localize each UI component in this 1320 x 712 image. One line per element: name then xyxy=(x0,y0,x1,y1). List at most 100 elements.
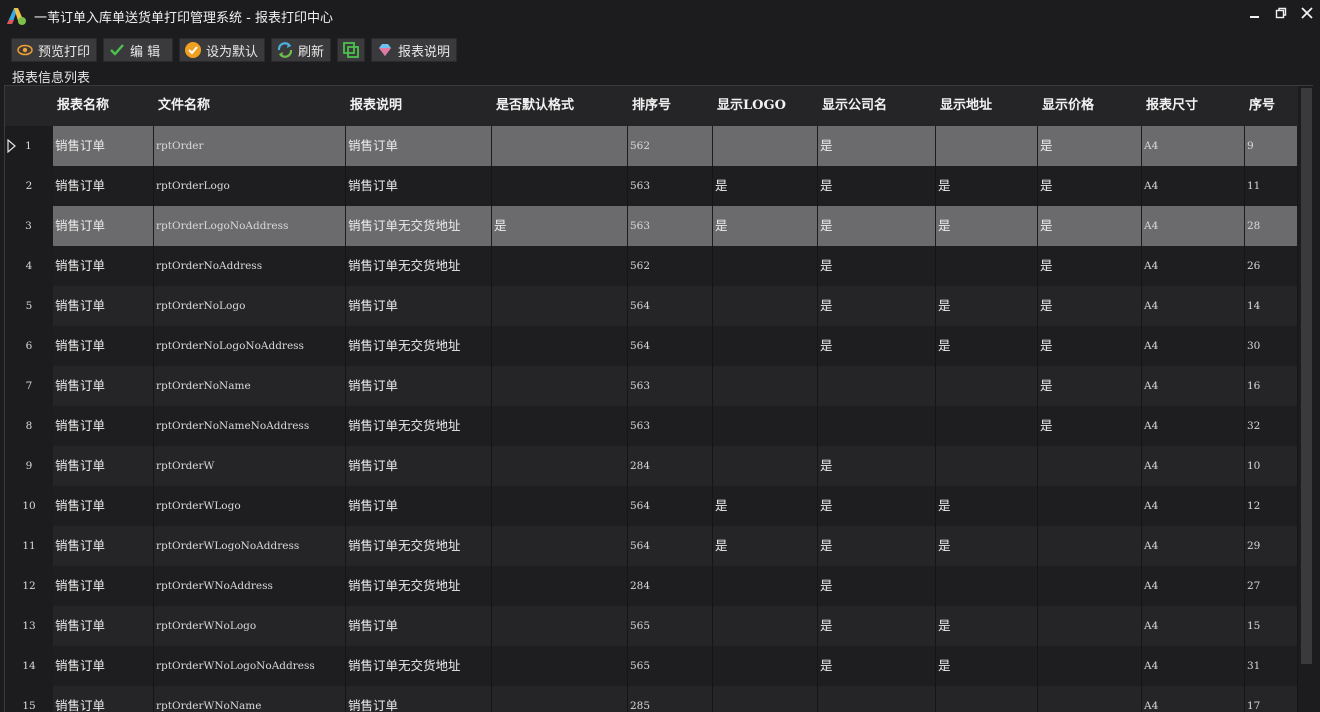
table-row[interactable]: 13 销售订单 rptOrderWNoLogo 销售订单 565 是是 A4 15 xyxy=(5,606,1298,646)
preview-print-button[interactable]: 预览打印 xyxy=(11,38,98,62)
table-row[interactable]: 11 销售订单 rptOrderWLogoNoAddress 销售订单无交货地址 564… xyxy=(5,526,1298,566)
cell-show-logo[interactable] xyxy=(713,446,818,486)
header-show-price[interactable]: 显示价格 xyxy=(1038,86,1142,126)
cell-sort-order[interactable]: 562 xyxy=(628,246,713,286)
cell-show-price[interactable]: 是 xyxy=(1038,166,1142,206)
cell-show-address[interactable]: 是 xyxy=(936,286,1038,326)
cell-show-logo[interactable] xyxy=(713,406,818,446)
cell-report-size[interactable]: A4 xyxy=(1142,366,1245,406)
cell-report-name[interactable]: 销售订单 xyxy=(53,566,154,606)
cell-seq[interactable]: 10 xyxy=(1245,446,1298,486)
cell-report-name[interactable]: 销售订单 xyxy=(53,686,154,712)
cell-report-desc[interactable]: 销售订单 xyxy=(346,166,492,206)
cell-is-default[interactable] xyxy=(492,166,628,206)
cell-report-desc[interactable]: 销售订单 xyxy=(346,606,492,646)
cell-report-size[interactable]: A4 xyxy=(1142,246,1245,286)
table-row[interactable]: 14 销售订单 rptOrderWNoLogoNoAddress 销售订单无交货地址 5… xyxy=(5,646,1298,686)
cell-report-size[interactable]: A4 xyxy=(1142,286,1245,326)
cell-file-name[interactable]: rptOrderLogo xyxy=(154,166,346,206)
cell-seq[interactable]: 15 xyxy=(1245,606,1298,646)
cell-report-name[interactable]: 销售订单 xyxy=(53,366,154,406)
cell-is-default[interactable] xyxy=(492,406,628,446)
cell-sort-order[interactable]: 284 xyxy=(628,446,713,486)
table-row[interactable]: 8 销售订单 rptOrderNoNameNoAddress 销售订单无交货地址 563… xyxy=(5,406,1298,446)
cell-sort-order[interactable]: 563 xyxy=(628,206,713,246)
cell-report-name[interactable]: 销售订单 xyxy=(53,606,154,646)
cell-file-name[interactable]: rptOrderWNoLogo xyxy=(154,606,346,646)
cell-show-price[interactable]: 是 xyxy=(1038,286,1142,326)
cell-is-default[interactable] xyxy=(492,246,628,286)
cell-report-name[interactable]: 销售订单 xyxy=(53,446,154,486)
cell-show-price[interactable]: 是 xyxy=(1038,126,1142,166)
cell-seq[interactable]: 29 xyxy=(1245,526,1298,566)
cell-show-logo[interactable] xyxy=(713,686,818,712)
cell-report-size[interactable]: A4 xyxy=(1142,646,1245,686)
cell-file-name[interactable]: rptOrderW xyxy=(154,446,346,486)
header-show-company[interactable]: 显示公司名 xyxy=(818,86,936,126)
cell-show-company[interactable]: 是 xyxy=(818,246,936,286)
table-row[interactable]: 2 销售订单 rptOrderLogo 销售订单 563 是是是是 A4 11 xyxy=(5,166,1298,206)
cell-show-address[interactable]: 是 xyxy=(936,486,1038,526)
cell-show-address[interactable] xyxy=(936,686,1038,712)
cell-show-logo[interactable]: 是 xyxy=(713,526,818,566)
cell-report-desc[interactable]: 销售订单无交货地址 xyxy=(346,326,492,366)
cell-report-size[interactable]: A4 xyxy=(1142,206,1245,246)
cell-report-size[interactable]: A4 xyxy=(1142,126,1245,166)
cell-is-default[interactable] xyxy=(492,526,628,566)
cell-seq[interactable]: 12 xyxy=(1245,486,1298,526)
cell-report-desc[interactable]: 销售订单无交货地址 xyxy=(346,246,492,286)
cell-seq[interactable]: 16 xyxy=(1245,366,1298,406)
cell-show-price[interactable] xyxy=(1038,606,1142,646)
vertical-scrollbar[interactable] xyxy=(1299,86,1313,712)
cell-show-price[interactable] xyxy=(1038,446,1142,486)
cell-seq[interactable]: 11 xyxy=(1245,166,1298,206)
cell-show-company[interactable] xyxy=(818,406,936,446)
cell-show-company[interactable]: 是 xyxy=(818,126,936,166)
table-row[interactable]: 6 销售订单 rptOrderNoLogoNoAddress 销售订单无交货地址 564… xyxy=(5,326,1298,366)
cell-show-company[interactable]: 是 xyxy=(818,606,936,646)
cell-seq[interactable]: 31 xyxy=(1245,646,1298,686)
cell-file-name[interactable]: rptOrderNoLogo xyxy=(154,286,346,326)
cell-sort-order[interactable]: 564 xyxy=(628,326,713,366)
cell-sort-order[interactable]: 564 xyxy=(628,286,713,326)
cell-show-company[interactable]: 是 xyxy=(818,486,936,526)
header-report-size[interactable]: 报表尺寸 xyxy=(1142,86,1245,126)
table-row[interactable]: 9 销售订单 rptOrderW 销售订单 284 是 A4 10 xyxy=(5,446,1298,486)
cell-report-name[interactable]: 销售订单 xyxy=(53,246,154,286)
cell-show-company[interactable]: 是 xyxy=(818,166,936,206)
cell-show-address[interactable]: 是 xyxy=(936,326,1038,366)
cell-report-desc[interactable]: 销售订单 xyxy=(346,446,492,486)
cell-is-default[interactable]: 是 xyxy=(492,206,628,246)
cell-show-address[interactable] xyxy=(936,406,1038,446)
cell-is-default[interactable] xyxy=(492,566,628,606)
cell-show-address[interactable] xyxy=(936,366,1038,406)
cell-seq[interactable]: 32 xyxy=(1245,406,1298,446)
header-sort-order[interactable]: 排序号 xyxy=(628,86,713,126)
cell-report-desc[interactable]: 销售订单无交货地址 xyxy=(346,566,492,606)
cell-report-name[interactable]: 销售订单 xyxy=(53,206,154,246)
cell-file-name[interactable]: rptOrderWNoAddress xyxy=(154,566,346,606)
cell-show-logo[interactable] xyxy=(713,566,818,606)
cell-show-price[interactable] xyxy=(1038,566,1142,606)
cell-sort-order[interactable]: 565 xyxy=(628,646,713,686)
cell-file-name[interactable]: rptOrderWLogo xyxy=(154,486,346,526)
minimize-button[interactable] xyxy=(1242,0,1268,26)
cell-show-company[interactable]: 是 xyxy=(818,446,936,486)
cell-show-company[interactable]: 是 xyxy=(818,326,936,366)
table-row[interactable]: 4 销售订单 rptOrderNoAddress 销售订单无交货地址 562 是是 A4 26 xyxy=(5,246,1298,286)
cell-sort-order[interactable]: 563 xyxy=(628,166,713,206)
cell-show-logo[interactable]: 是 xyxy=(713,166,818,206)
cell-report-size[interactable]: A4 xyxy=(1142,406,1245,446)
cell-report-name[interactable]: 销售订单 xyxy=(53,646,154,686)
cell-seq[interactable]: 28 xyxy=(1245,206,1298,246)
header-report-desc[interactable]: 报表说明 xyxy=(346,86,492,126)
scrollbar-thumb[interactable] xyxy=(1301,88,1312,664)
table-row[interactable]: 5 销售订单 rptOrderNoLogo 销售订单 564 是是是 A4 14 xyxy=(5,286,1298,326)
cell-sort-order[interactable]: 284 xyxy=(628,566,713,606)
cell-file-name[interactable]: rptOrderWNoName xyxy=(154,686,346,712)
cell-seq[interactable]: 17 xyxy=(1245,686,1298,712)
cell-report-size[interactable]: A4 xyxy=(1142,686,1245,712)
cell-report-size[interactable]: A4 xyxy=(1142,566,1245,606)
cell-is-default[interactable] xyxy=(492,286,628,326)
cell-report-name[interactable]: 销售订单 xyxy=(53,166,154,206)
